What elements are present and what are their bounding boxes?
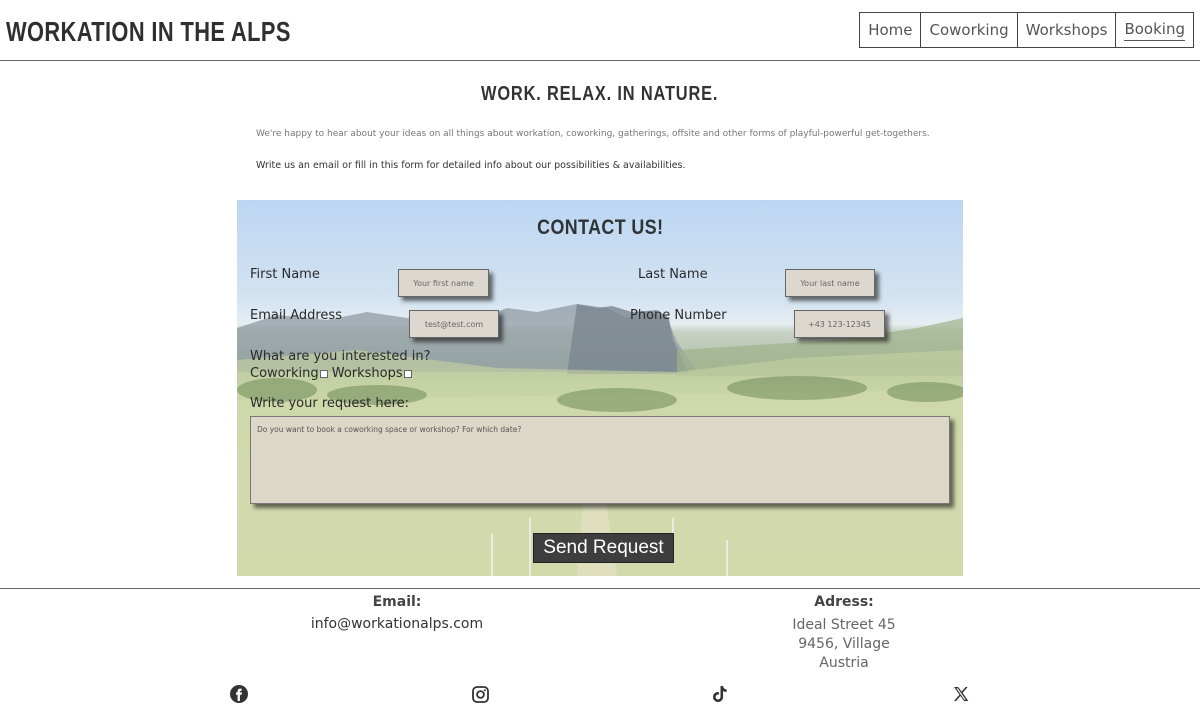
instagram-icon[interactable]	[470, 684, 490, 704]
nav-workshops-label: Workshops	[1025, 21, 1108, 39]
email-label: Email Address	[250, 308, 342, 323]
nav-home[interactable]: Home	[859, 12, 922, 48]
nav-home-label: Home	[868, 21, 913, 39]
workshops-checkbox[interactable]	[403, 369, 412, 378]
site-title[interactable]: WORKATION IN THE ALPS	[6, 16, 291, 48]
address-line-3: Austria	[819, 655, 869, 671]
send-request-button[interactable]: Send Request	[533, 533, 674, 563]
main-nav: Home Coworking Workshops Booking	[859, 12, 1194, 48]
x-icon[interactable]	[951, 684, 971, 704]
tagline: WORK. RELAX. IN NATURE.	[0, 83, 1200, 106]
nav-booking[interactable]: Booking	[1115, 12, 1194, 48]
intro-text: We're happy to hear about your ideas on …	[256, 129, 930, 139]
address-line-1: Ideal Street 45	[792, 617, 896, 633]
tagline-text: WORK. RELAX. IN NATURE.	[481, 83, 719, 105]
first-name-input[interactable]: Your first name	[398, 269, 489, 297]
tiktok-icon[interactable]	[710, 684, 730, 704]
address-line-2: 9456, Village	[798, 636, 890, 652]
phone-input[interactable]: +43 123-12345	[794, 310, 885, 338]
workshops-option-label: Workshops	[331, 366, 403, 381]
contact-title-text: CONTACT US!	[536, 216, 664, 239]
footer-address: Ideal Street 45 9456, Village Austria	[744, 616, 944, 673]
footer-email-label: Email:	[372, 594, 422, 610]
nav-coworking-label: Coworking	[929, 21, 1009, 39]
nav-coworking[interactable]: Coworking	[920, 12, 1018, 48]
site-header: WORKATION IN THE ALPS Home Coworking Wor…	[0, 0, 1200, 61]
intro-cta-text: Write us an email or fill in this form f…	[256, 160, 686, 171]
first-name-label: First Name	[250, 267, 320, 282]
contact-form: CONTACT US! First Name Your first name L…	[237, 200, 963, 576]
phone-label: Phone Number	[630, 308, 727, 323]
footer-email-link[interactable]: info@workationalps.com	[297, 616, 497, 632]
nav-workshops[interactable]: Workshops	[1016, 12, 1117, 48]
interest-options: Coworking Workshops	[250, 366, 412, 381]
last-name-input[interactable]: Your last name	[785, 269, 875, 297]
contact-title: CONTACT US!	[237, 216, 963, 240]
site-footer: Email: info@workationalps.com Adress: Id…	[0, 588, 1200, 716]
footer-address-label: Adress:	[814, 594, 874, 610]
landscape-background	[237, 304, 963, 576]
request-label: Write your request here:	[250, 396, 410, 411]
last-name-label: Last Name	[638, 267, 708, 282]
nav-booking-label: Booking	[1124, 20, 1185, 41]
coworking-option-label: Coworking	[250, 366, 319, 381]
coworking-checkbox[interactable]	[319, 369, 328, 378]
email-input[interactable]: test@test.com	[409, 310, 499, 338]
request-textarea[interactable]: Do you want to book a coworking space or…	[250, 416, 950, 504]
facebook-icon[interactable]	[229, 684, 249, 704]
interest-label: What are you interested in?	[250, 349, 431, 364]
